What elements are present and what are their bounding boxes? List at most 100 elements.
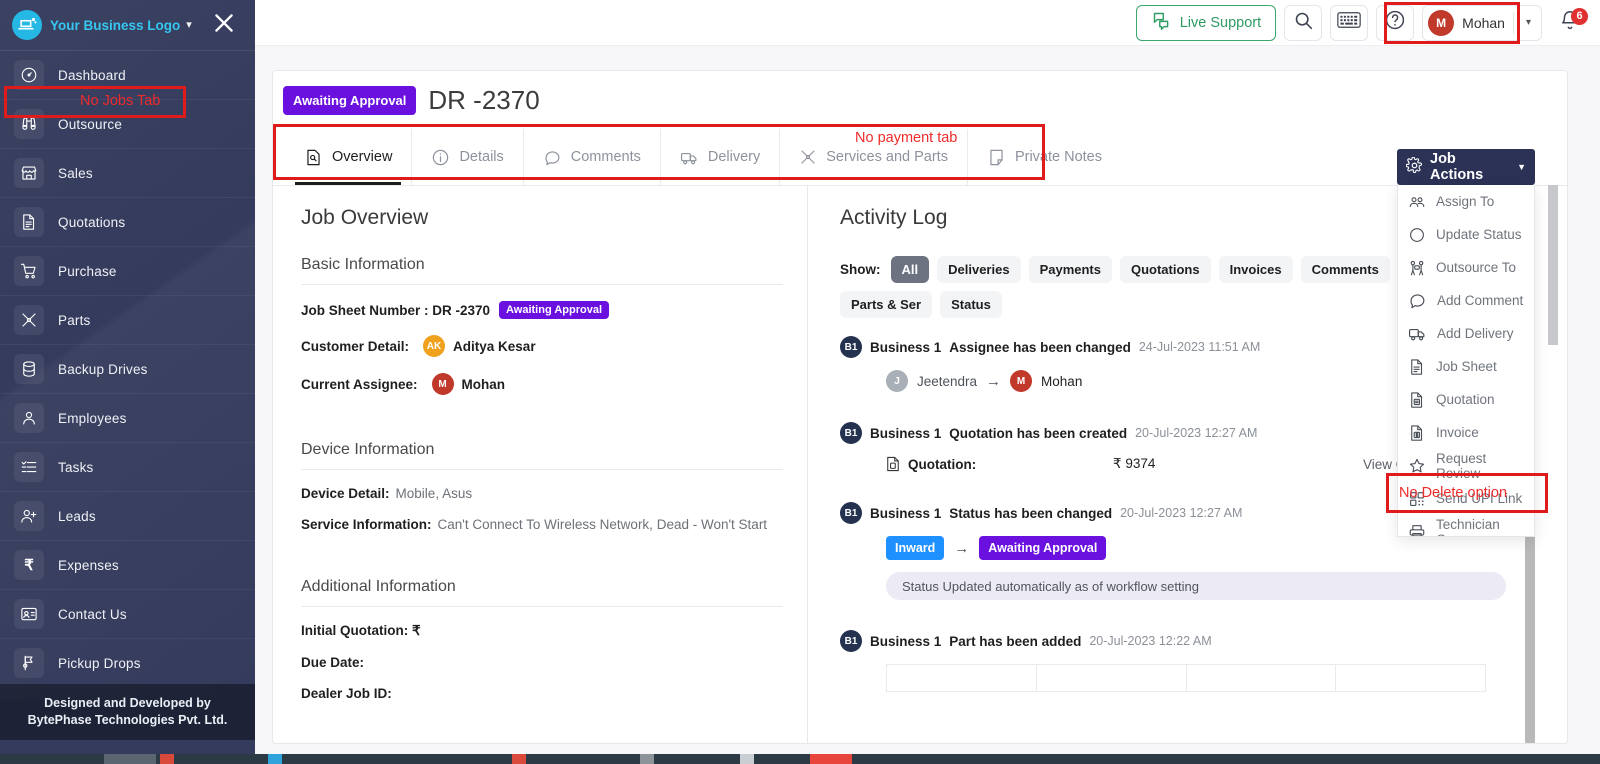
activity-action: Quotation has been created	[949, 425, 1128, 441]
sidebar-item-label: Leads	[58, 508, 96, 524]
activity-filter-parts-ser[interactable]: Parts & Ser	[840, 291, 933, 318]
job-action-update-status[interactable]: Update Status	[1398, 218, 1534, 251]
arrow-right-icon: →	[986, 372, 1002, 390]
activity-filter-all[interactable]: All	[890, 256, 930, 283]
job-actions-menu-scrollbar[interactable]	[1547, 185, 1559, 523]
truck-icon	[680, 148, 699, 167]
device-detail-row: Device Detail: Mobile, Asus	[301, 486, 783, 501]
job-action-technician-copy[interactable]: Technician Copy	[1398, 515, 1534, 536]
sidebar-item-sales[interactable]: Sales	[0, 149, 255, 198]
tab-overview[interactable]: Overview	[285, 129, 413, 185]
job-action-label: Add Comment	[1437, 293, 1524, 308]
business-avatar: B1	[840, 630, 862, 652]
job-action-invoice[interactable]: Invoice	[1398, 416, 1534, 449]
keyboard-icon	[1337, 11, 1361, 34]
tools-icon	[14, 305, 44, 335]
help-button[interactable]	[1376, 4, 1415, 41]
activity-business-name: Business 1	[870, 633, 942, 649]
dealer-job-id-row: Dealer Job ID:	[301, 686, 783, 701]
taskbar-item[interactable]	[268, 754, 282, 764]
outsource-people-icon	[1408, 259, 1426, 277]
close-icon[interactable]	[211, 10, 239, 38]
live-support-icon	[1151, 10, 1172, 35]
taskbar-item[interactable]	[512, 754, 526, 764]
activity-filter-status[interactable]: Status	[940, 291, 1002, 318]
activity-event-header: B1 Business 1 Part has been added 20-Jul…	[840, 630, 1567, 652]
user-menu-button[interactable]: M Mohan ▾	[1422, 4, 1542, 41]
job-action-label: Add Delivery	[1437, 326, 1514, 341]
customer-name: Aditya Kesar	[453, 338, 536, 354]
tab-label: Delivery	[707, 149, 761, 165]
job-action-quotation[interactable]: Quotation	[1398, 383, 1534, 416]
job-action-label: Request Review	[1436, 450, 1487, 481]
business-avatar: B1	[840, 422, 862, 444]
job-action-add-comment[interactable]: Add Comment	[1398, 284, 1534, 317]
live-support-button[interactable]: Live Support	[1135, 4, 1277, 41]
quotation-label: Quotation:	[908, 456, 977, 472]
activity-filter-deliveries[interactable]: Deliveries	[937, 256, 1021, 283]
job-action-outsource-to[interactable]: Outsource To	[1398, 251, 1534, 284]
activity-event-body: Inward → Awaiting Approval Status Update…	[840, 536, 1567, 600]
search-button[interactable]	[1284, 4, 1323, 41]
taskbar-item[interactable]	[740, 754, 754, 764]
keyboard-shortcuts-button[interactable]	[1330, 4, 1369, 41]
sidebar-item-tasks[interactable]: Tasks	[0, 443, 255, 492]
tab-private-notes[interactable]: Private Notes	[968, 129, 1121, 185]
avatar: J	[886, 370, 908, 392]
taskbar-item[interactable]	[160, 754, 174, 764]
sidebar-item-leads[interactable]: Leads	[0, 492, 255, 541]
sidebar-item-backup-drives[interactable]: Backup Drives	[0, 345, 255, 394]
sidebar-item-contact-us[interactable]: Contact Us	[0, 590, 255, 639]
activity-filter-quotations[interactable]: Quotations	[1119, 256, 1211, 283]
job-action-assign-to[interactable]: Assign To	[1398, 185, 1534, 218]
sidebar: Your Business Logo ▾ Dashboard Outsource S…	[0, 0, 255, 764]
activity-action: Part has been added	[949, 633, 1082, 649]
sidebar-item-pickup-drops[interactable]: Pickup Drops	[0, 639, 255, 688]
job-action-job-sheet[interactable]: Job Sheet	[1398, 350, 1534, 383]
activity-action: Status has been changed	[949, 505, 1113, 521]
activity-filter-comments[interactable]: Comments	[1300, 256, 1390, 283]
chevron-down-icon[interactable]: ▾	[186, 19, 192, 31]
person-icon	[14, 403, 44, 433]
activity-timestamp: 20-Jul-2023 12:27 AM	[1120, 506, 1243, 520]
job-action-request-review[interactable]: Request Review	[1398, 449, 1534, 482]
taskbar-item[interactable]	[640, 754, 654, 764]
status-note: Status Updated automatically as of workf…	[886, 572, 1506, 600]
taskbar-item[interactable]	[104, 754, 156, 764]
notifications-button[interactable]: 6	[1550, 5, 1590, 41]
activity-filter-invoices[interactable]: Invoices	[1218, 256, 1293, 283]
scrollbar-thumb	[1548, 185, 1558, 345]
tab-comments[interactable]: Comments	[524, 129, 661, 185]
dealer-job-id-label: Dealer Job ID:	[301, 686, 392, 701]
job-action-label: Quotation	[1436, 392, 1495, 407]
sidebar-item-parts[interactable]: Parts	[0, 296, 255, 345]
business-avatar: B1	[840, 502, 862, 524]
sidebar-item-label: Expenses	[58, 557, 119, 573]
annotation-label-no-payment-tab: No payment tab	[855, 130, 958, 146]
job-actions-button[interactable]: Job Actions ▼	[1397, 149, 1535, 185]
taskbar-item[interactable]	[810, 754, 852, 764]
activity-filter-bar: Show: All Deliveries Payments Quotations Inv…	[840, 256, 1480, 318]
database-icon	[14, 354, 44, 384]
due-date-label: Due Date:	[301, 655, 365, 670]
page-title: DR -2370	[428, 84, 540, 115]
business-avatar: B1	[840, 336, 862, 358]
printer-icon	[1408, 523, 1426, 536]
sidebar-item-expenses[interactable]: ₹ Expenses	[0, 541, 255, 590]
top-bar: Live Support M Mohan ▾ 6	[255, 0, 1600, 46]
basic-information-heading: Basic Information	[301, 256, 425, 273]
activity-filter-payments[interactable]: Payments	[1028, 256, 1112, 283]
sidebar-item-purchase[interactable]: Purchase	[0, 247, 255, 296]
status-to-badge: Awaiting Approval	[979, 536, 1107, 560]
overview-doc-icon	[304, 148, 323, 167]
sidebar-nav: Dashboard Outsource Sales Quotations Purchas…	[0, 51, 255, 688]
sidebar-footer-text: Designed and Developed by BytePhase Tech…	[27, 696, 228, 727]
assignee-name: Mohan	[461, 376, 506, 392]
sidebar-item-quotations[interactable]: Quotations	[0, 198, 255, 247]
job-action-add-delivery[interactable]: Add Delivery	[1398, 317, 1534, 350]
truck-icon	[1408, 324, 1427, 343]
activity-timestamp: 20-Jul-2023 12:27 AM	[1135, 426, 1258, 440]
tab-delivery[interactable]: Delivery	[661, 129, 781, 185]
tab-details[interactable]: Details	[412, 129, 524, 185]
sidebar-item-employees[interactable]: Employees	[0, 394, 255, 443]
